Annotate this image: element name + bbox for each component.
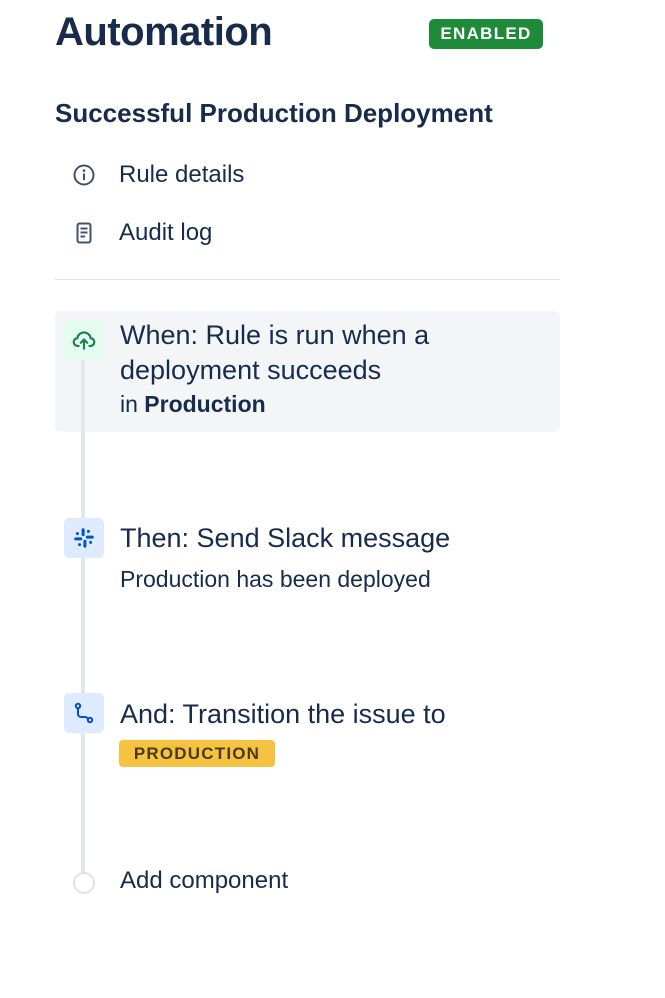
status-lozenge: PRODUCTION <box>119 740 275 767</box>
nav-item-audit-log[interactable]: Audit log <box>64 213 212 253</box>
trigger-title-line2: deployment succeeds <box>120 355 382 385</box>
trigger-title-line1: When: Rule is run when a <box>120 320 430 350</box>
add-component-button[interactable]: Add component <box>120 867 288 895</box>
nav-item-label: Rule details <box>119 161 245 188</box>
trigger-env-name: Production <box>144 391 266 417</box>
cloud-upload-icon <box>64 320 104 360</box>
info-icon <box>64 163 104 187</box>
trigger-env-prefix: in <box>120 391 138 417</box>
timeline-line <box>81 343 85 878</box>
status-badge: ENABLED <box>429 19 543 49</box>
nav-item-label: Audit log <box>119 219 213 246</box>
nav-item-rule-details[interactable]: Rule details <box>64 155 244 195</box>
rule-name: Successful Production Deployment <box>55 98 493 128</box>
slack-action-title[interactable]: Then: Send Slack message <box>120 521 450 556</box>
slack-icon <box>64 518 104 558</box>
slack-action-detail: Production has been deployed <box>120 566 431 592</box>
page-title: Automation <box>55 10 273 54</box>
transition-action-title[interactable]: And: Transition the issue to <box>120 697 446 732</box>
document-icon <box>64 221 104 245</box>
add-component-circle-icon <box>73 872 95 894</box>
transition-icon <box>64 693 104 733</box>
trigger-environment: in Production <box>120 391 266 418</box>
divider <box>55 279 560 280</box>
